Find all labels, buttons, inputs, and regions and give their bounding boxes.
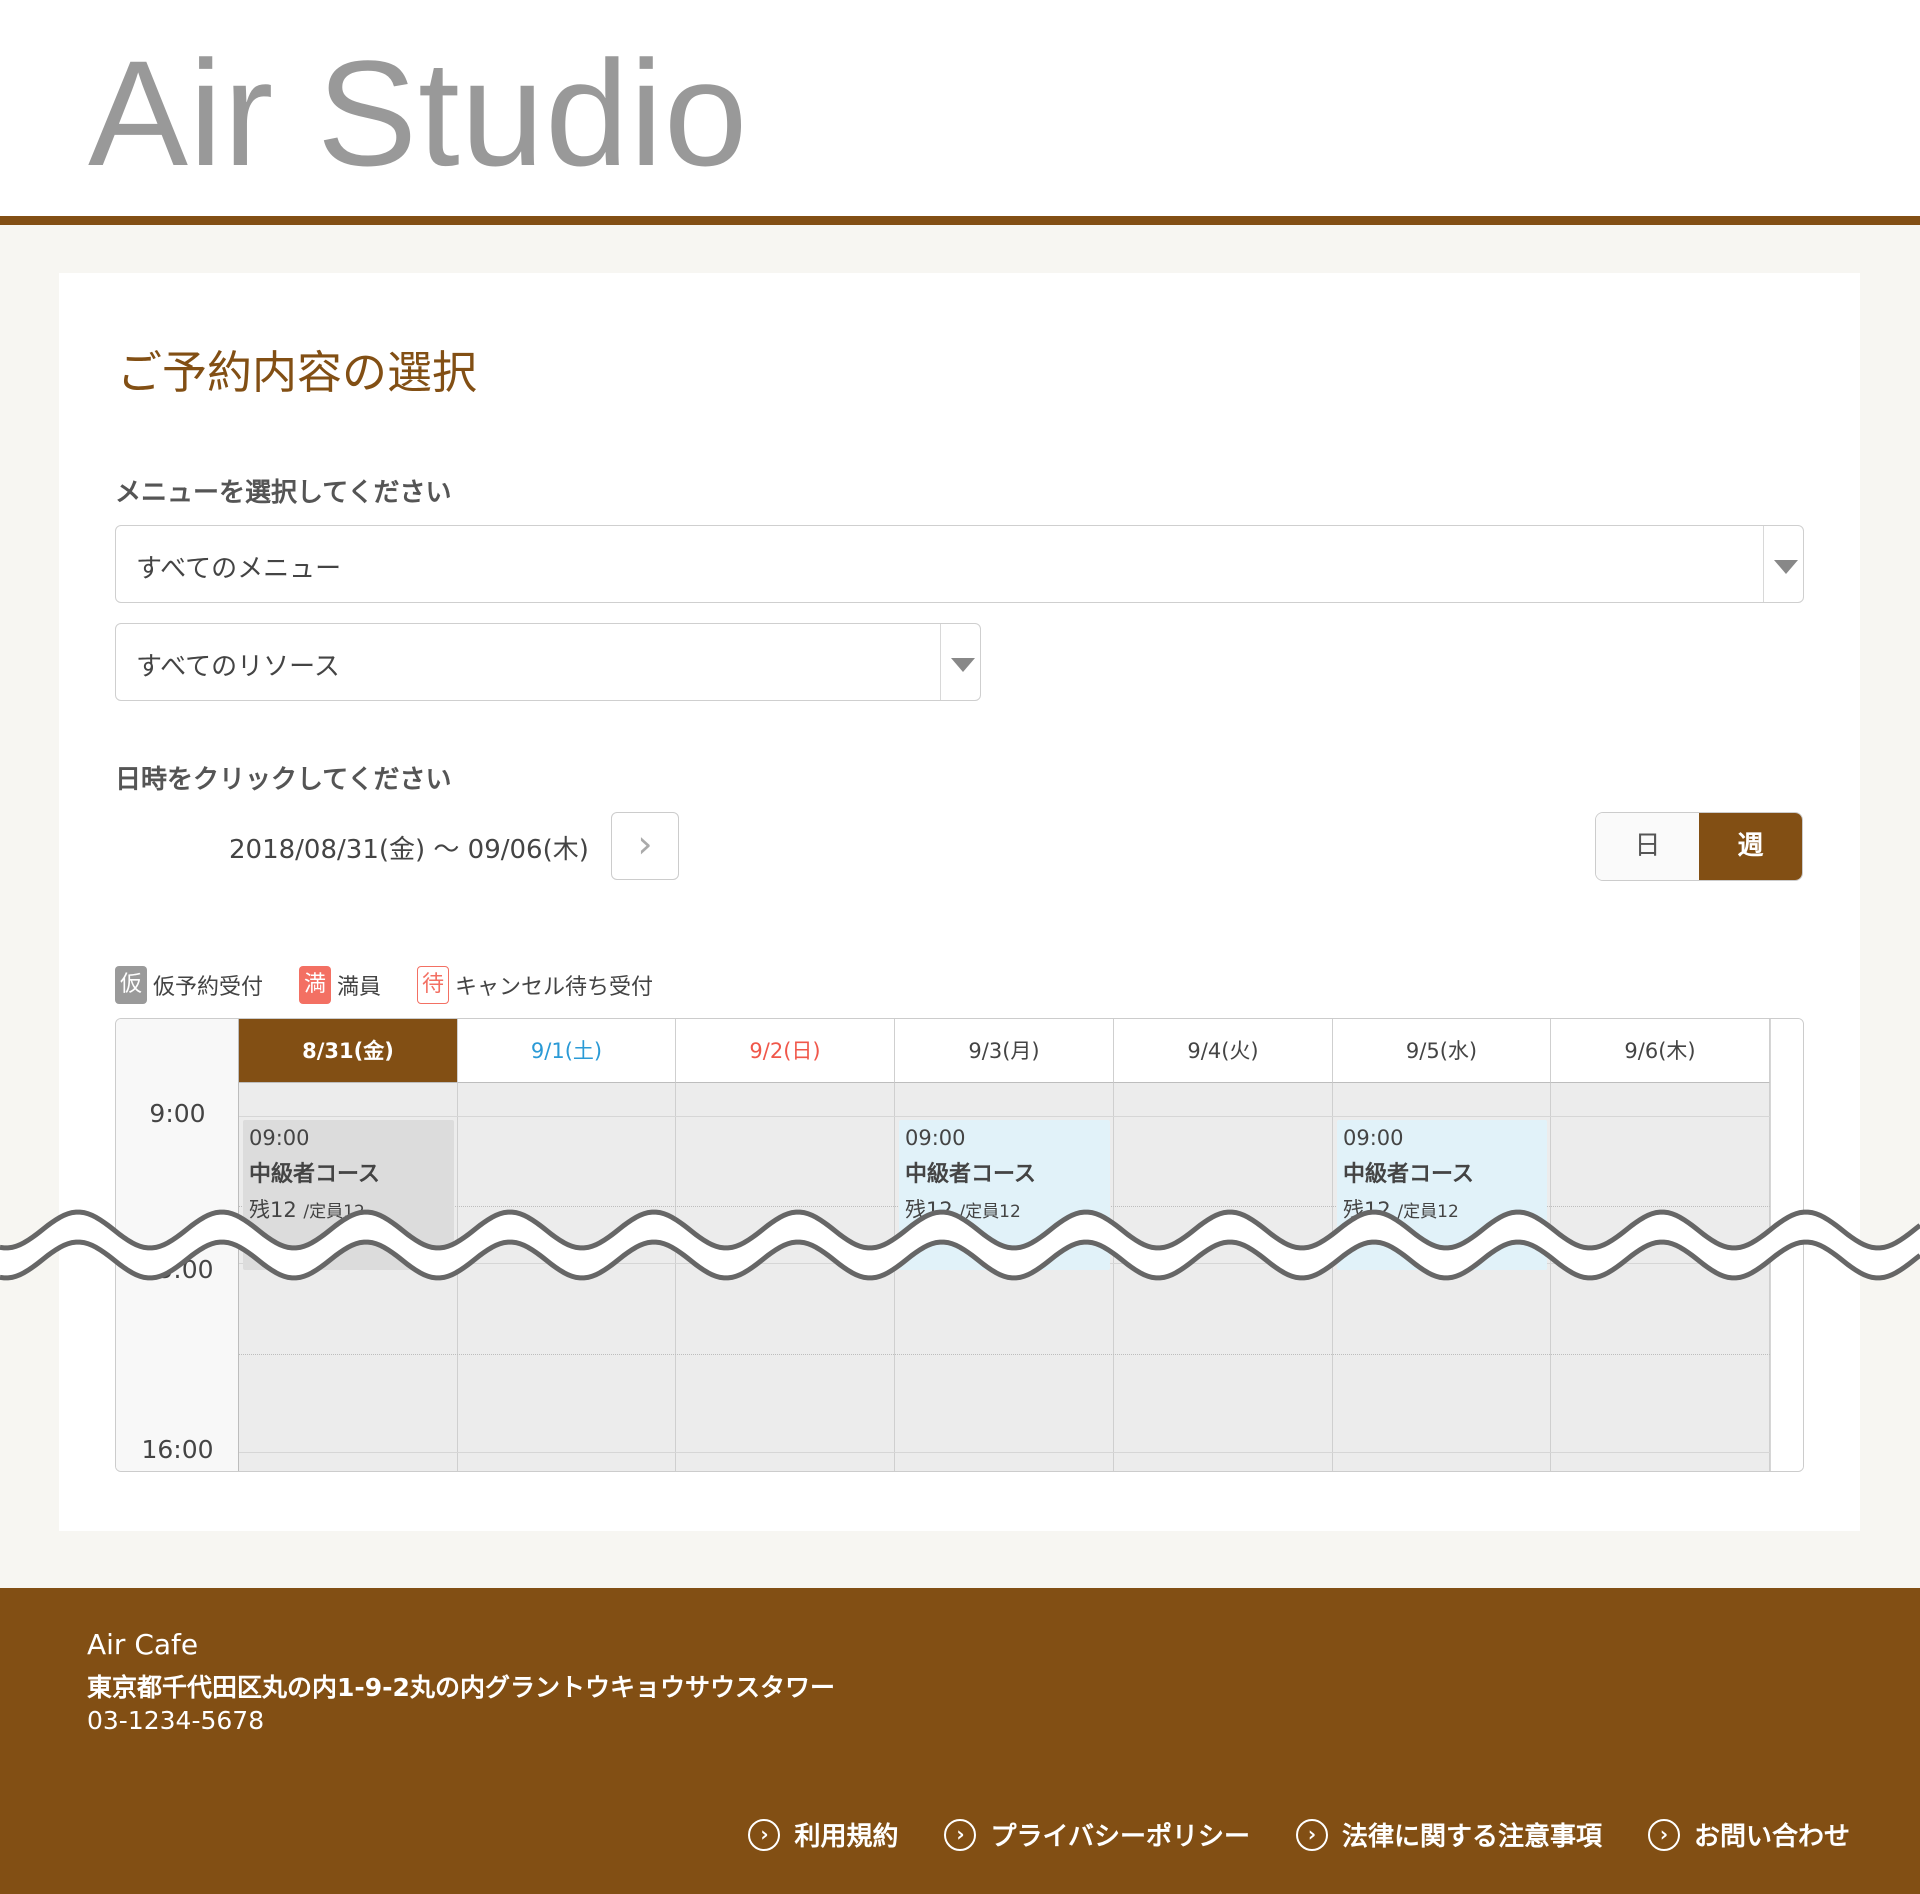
- site-logo[interactable]: Air Studio: [88, 38, 748, 188]
- footer-link-contact[interactable]: › お問い合わせ: [1647, 1816, 1850, 1853]
- chevron-circle-icon: ›: [944, 1818, 977, 1851]
- menu-select[interactable]: すべてのメニュー: [115, 525, 1804, 603]
- resource-select-value: すべてのリソース: [136, 652, 340, 682]
- view-toggle: 日 週: [1595, 812, 1803, 881]
- menu-select-value: すべてのメニュー: [136, 554, 342, 584]
- chevron-circle-icon: ›: [1295, 1818, 1328, 1851]
- chevron-circle-icon: ›: [748, 1818, 781, 1851]
- event-time: 09:00: [249, 1126, 310, 1150]
- event-time: 09:00: [905, 1126, 966, 1150]
- chevron-right-icon: ›: [637, 822, 653, 866]
- legend: 仮 仮予約受付 満 満員 待 キャンセル待ち受付: [115, 966, 689, 1004]
- day-header: 9/6(木): [1551, 1019, 1770, 1083]
- time-label: 9:00: [149, 1099, 206, 1128]
- time-gridline: [239, 1452, 1770, 1453]
- day-header: 9/5(水): [1333, 1019, 1551, 1083]
- day-header: 8/31(金): [239, 1019, 458, 1083]
- date-range: 2018/08/31(金) 〜 09/06(木): [229, 835, 589, 865]
- footer-link-label: 法律に関する注意事項: [1341, 1822, 1602, 1852]
- site-header: Air Studio: [0, 0, 1920, 225]
- footer-address: 東京都千代田区丸の内1-9-2丸の内グラントウキョウサウスタワー: [87, 1673, 835, 1702]
- legend-label: 満員: [337, 975, 382, 1000]
- view-week-button[interactable]: 週: [1699, 813, 1802, 880]
- view-day-button[interactable]: 日: [1596, 813, 1699, 880]
- day-header: 9/3(月): [895, 1019, 1114, 1083]
- full-badge: 満: [299, 966, 332, 1004]
- footer-link-label: 利用規約: [794, 1822, 899, 1852]
- footer-link-label: プライバシーポリシー: [990, 1822, 1250, 1852]
- legend-label: キャンセル待ち受付: [455, 975, 654, 1000]
- day-header: 9/2(日): [676, 1019, 895, 1083]
- day-header: 9/1(土): [458, 1019, 676, 1083]
- next-week-button[interactable]: ›: [611, 812, 679, 880]
- reservation-card: ご予約内容の選択 メニューを選択してください すべてのメニュー すべてのリソース…: [59, 273, 1860, 1531]
- day-header: 9/4(火): [1114, 1019, 1333, 1083]
- legend-item-full: 満 満員: [299, 966, 381, 1004]
- legend-item-waitlist: 待 キャンセル待ち受付: [417, 966, 653, 1004]
- footer-link-privacy[interactable]: › プライバシーポリシー: [944, 1816, 1250, 1853]
- event-title: 中級者コース: [249, 1162, 380, 1187]
- footer-link-terms[interactable]: › 利用規約: [748, 1816, 898, 1853]
- resource-select[interactable]: すべてのリソース: [115, 623, 981, 701]
- legend-label: 仮予約受付: [153, 975, 264, 1000]
- event-title: 中級者コース: [1343, 1162, 1474, 1187]
- time-label: 16:00: [141, 1435, 214, 1464]
- time-gridline: [239, 1354, 1770, 1355]
- omission-wave-divider: [0, 1209, 1920, 1281]
- site-footer: Air Cafe 東京都千代田区丸の内1-9-2丸の内グラントウキョウサウスタワ…: [0, 1588, 1920, 1894]
- waitlist-badge: 待: [417, 966, 450, 1004]
- time-gridline: [239, 1116, 1770, 1117]
- chevron-circle-icon: ›: [1647, 1818, 1680, 1851]
- dropdown-arrow-icon[interactable]: [1763, 526, 1803, 602]
- footer-tel: 03-1234-5678: [87, 1706, 265, 1735]
- footer-link-legal[interactable]: › 法律に関する注意事項: [1295, 1816, 1602, 1853]
- legend-item-provisional: 仮 仮予約受付: [115, 966, 263, 1004]
- footer-link-label: お問い合わせ: [1693, 1822, 1850, 1852]
- datetime-label: 日時をクリックしてください: [115, 765, 452, 795]
- menu-label: メニューを選択してください: [115, 478, 452, 508]
- event-time: 09:00: [1343, 1126, 1404, 1150]
- footer-links: › 利用規約 › プライバシーポリシー › 法律に関する注意事項 › お問い合わせ: [702, 1816, 1850, 1853]
- page-title: ご予約内容の選択: [117, 346, 478, 399]
- event-title: 中級者コース: [905, 1162, 1036, 1187]
- provisional-badge: 仮: [115, 966, 147, 1004]
- dropdown-arrow-icon[interactable]: [940, 624, 980, 700]
- footer-shop-name: Air Cafe: [87, 1628, 199, 1661]
